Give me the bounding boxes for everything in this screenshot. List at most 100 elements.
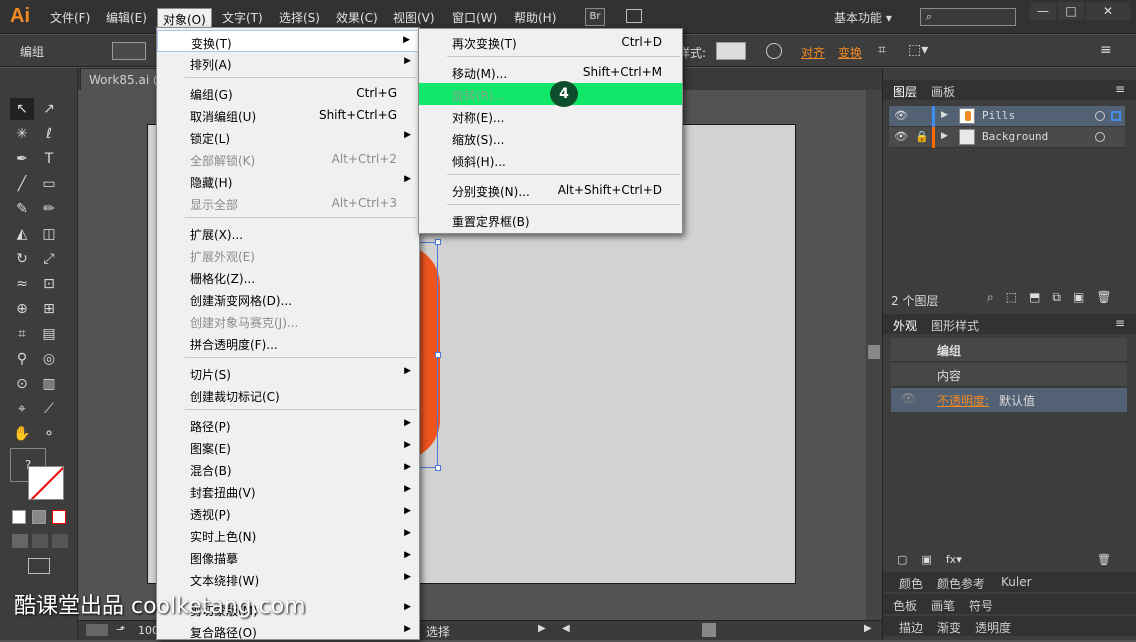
style-dropdown[interactable]: [716, 42, 746, 60]
warp-tool-icon[interactable]: ≈: [10, 273, 34, 295]
object-menu-item[interactable]: 图案(E) ▶: [157, 436, 419, 458]
expand-arrow-icon[interactable]: ▶: [941, 110, 948, 120]
direct-selection-tool-icon[interactable]: ↗: [37, 98, 61, 120]
bbox-handle[interactable]: [435, 239, 441, 245]
object-menu-item[interactable]: 拼合透明度(F)...: [157, 332, 419, 354]
tab-graphic-styles[interactable]: 图形样式: [931, 317, 979, 334]
scale-tool-icon[interactable]: ⤢: [37, 248, 61, 270]
tab-artboards[interactable]: 画板: [931, 83, 955, 100]
free-transform-icon[interactable]: ⊡: [37, 273, 61, 295]
tab-color-guide[interactable]: 颜色参考: [937, 575, 985, 592]
scroll-left-icon[interactable]: ◀: [562, 623, 570, 634]
object-menu-item[interactable]: 排列(A) ▶: [157, 52, 419, 74]
object-menu-item[interactable]: 切片(S) ▶: [157, 362, 419, 384]
menu-help[interactable]: 帮助(H): [514, 9, 556, 26]
transform-menu-item[interactable]: 重置定界框(B): [419, 209, 682, 231]
color-mode-buttons[interactable]: [12, 510, 72, 526]
object-menu-item[interactable]: 封套扭曲(V) ▶: [157, 480, 419, 502]
object-menu-item[interactable]: 全部解锁(K) Alt+Ctrl+2: [157, 148, 419, 170]
object-menu-item[interactable]: 隐藏(H) ▶: [157, 170, 419, 192]
visibility-eye-icon[interactable]: 👁: [901, 391, 916, 405]
screen-icon[interactable]: ⬏: [116, 623, 125, 636]
pen-tool-icon[interactable]: ✒: [10, 148, 34, 170]
transform-menu-item[interactable]: 对称(E)...: [419, 105, 682, 127]
eyedropper-icon[interactable]: ⚲: [10, 348, 34, 370]
search-help-input[interactable]: ⌕: [920, 8, 1016, 26]
appearance-delete-icon[interactable]: 🗑: [1097, 553, 1111, 566]
gradient-tool-icon[interactable]: ▤: [37, 323, 61, 345]
layer-row-background[interactable]: 👁 🔒 ▶ Background: [889, 127, 1125, 148]
transform-menu-item[interactable]: 分别变换(N)... Alt+Shift+Ctrl+D: [419, 179, 682, 201]
object-menu-item[interactable]: 栅格化(Z)...: [157, 266, 419, 288]
rectangle-tool-icon[interactable]: ▭: [37, 173, 61, 195]
visibility-eye-icon[interactable]: 👁: [894, 130, 908, 143]
tab-layers[interactable]: 图层: [893, 83, 917, 100]
transform-menu-item[interactable]: 再次变换(T) Ctrl+D: [419, 31, 682, 53]
lock-icon[interactable]: 🔒: [915, 130, 929, 143]
symbol-sprayer-icon[interactable]: ⊙: [10, 373, 34, 395]
menu-object[interactable]: 对象(O): [157, 8, 212, 28]
tab-transparency[interactable]: 透明度: [975, 619, 1011, 636]
object-menu-item[interactable]: 复合路径(O) ▶: [157, 620, 419, 642]
object-menu-item[interactable]: 取消编组(U) Shift+Ctrl+G: [157, 104, 419, 126]
menu-file[interactable]: 文件(F): [50, 9, 90, 26]
tab-kuler[interactable]: Kuler: [1001, 575, 1032, 589]
object-menu-item[interactable]: 扩展外观(E): [157, 244, 419, 266]
align-link[interactable]: 对齐: [801, 44, 825, 61]
type-tool-icon[interactable]: T: [37, 148, 61, 170]
blend-tool-icon[interactable]: ◎: [37, 348, 61, 370]
tab-swatches[interactable]: 色板: [893, 597, 917, 614]
tab-color[interactable]: 颜色: [899, 575, 923, 592]
pencil-icon[interactable]: ✏: [37, 198, 61, 220]
layers-panel-menu-icon[interactable]: ≡: [1115, 82, 1125, 96]
object-menu-item[interactable]: 创建渐变网格(D)...: [157, 288, 419, 310]
menu-select[interactable]: 选择(S): [279, 9, 320, 26]
bbox-handle[interactable]: [435, 465, 441, 471]
perspective-grid-icon[interactable]: ⊞: [37, 298, 61, 320]
paintbrush-icon[interactable]: ✎: [10, 198, 34, 220]
menu-window[interactable]: 窗口(W): [452, 9, 497, 26]
minimize-button[interactable]: —: [1030, 2, 1056, 20]
menu-effect[interactable]: 效果(C): [336, 9, 378, 26]
tab-gradient[interactable]: 渐变: [937, 619, 961, 636]
transform-link[interactable]: 变换: [838, 44, 862, 61]
bbox-handle[interactable]: [435, 352, 441, 358]
object-menu-item[interactable]: 图像描摹 ▶: [157, 546, 419, 568]
target-circle-icon[interactable]: [1095, 111, 1105, 121]
shape-builder-icon[interactable]: ⊕: [10, 298, 34, 320]
visibility-eye-icon[interactable]: 👁: [894, 109, 908, 122]
stroke-swatch-dropdown[interactable]: [112, 42, 146, 60]
object-menu-item[interactable]: 创建裁切标记(C): [157, 384, 419, 406]
menu-edit[interactable]: 编辑(E): [106, 9, 147, 26]
transform-menu-item[interactable]: 倾斜(H)...: [419, 149, 682, 171]
status-arrow-icon[interactable]: ▶: [538, 623, 546, 634]
object-menu-item[interactable]: 创建对象马赛克(J)...: [157, 310, 419, 332]
close-button[interactable]: ✕: [1086, 2, 1130, 20]
group-select-icon[interactable]: ⬚▾: [908, 42, 928, 58]
tab-symbols[interactable]: 符号: [969, 597, 993, 614]
vertical-scrollbar[interactable]: [866, 90, 882, 620]
object-menu-item[interactable]: 透视(P) ▶: [157, 502, 419, 524]
column-graph-icon[interactable]: ▥: [37, 373, 61, 395]
layer-name[interactable]: Background: [982, 130, 1048, 143]
expand-arrow-icon[interactable]: ▶: [941, 131, 948, 141]
opacity-link[interactable]: 不透明度:: [937, 392, 989, 409]
appearance-opacity-row[interactable]: 👁 不透明度: 默认值: [891, 388, 1127, 412]
slice-tool-icon[interactable]: ⟋: [37, 398, 61, 420]
object-menu-item[interactable]: 锁定(L) ▶: [157, 126, 419, 148]
rotate-tool-icon[interactable]: ↻: [10, 248, 34, 270]
scroll-right-icon[interactable]: ▶: [864, 623, 872, 634]
target-circle-icon[interactable]: [1095, 132, 1105, 142]
lasso-icon[interactable]: ℓ: [37, 123, 61, 145]
object-menu-item[interactable]: 变换(T) ▶: [157, 30, 419, 52]
selection-tool-icon[interactable]: ↖: [10, 98, 34, 120]
menu-view[interactable]: 视图(V): [393, 9, 435, 26]
tab-stroke[interactable]: 描边: [899, 619, 923, 636]
object-menu-item[interactable]: 路径(P) ▶: [157, 414, 419, 436]
arrange-docs-icon[interactable]: [626, 9, 642, 23]
appearance-group-row[interactable]: 编组: [891, 338, 1127, 362]
stroke-swatch[interactable]: [28, 466, 64, 500]
layer-row-pills[interactable]: 👁 ▶ Pills: [889, 106, 1125, 127]
bridge-button[interactable]: Br: [585, 8, 605, 26]
screen-mode-icon[interactable]: [28, 558, 50, 574]
